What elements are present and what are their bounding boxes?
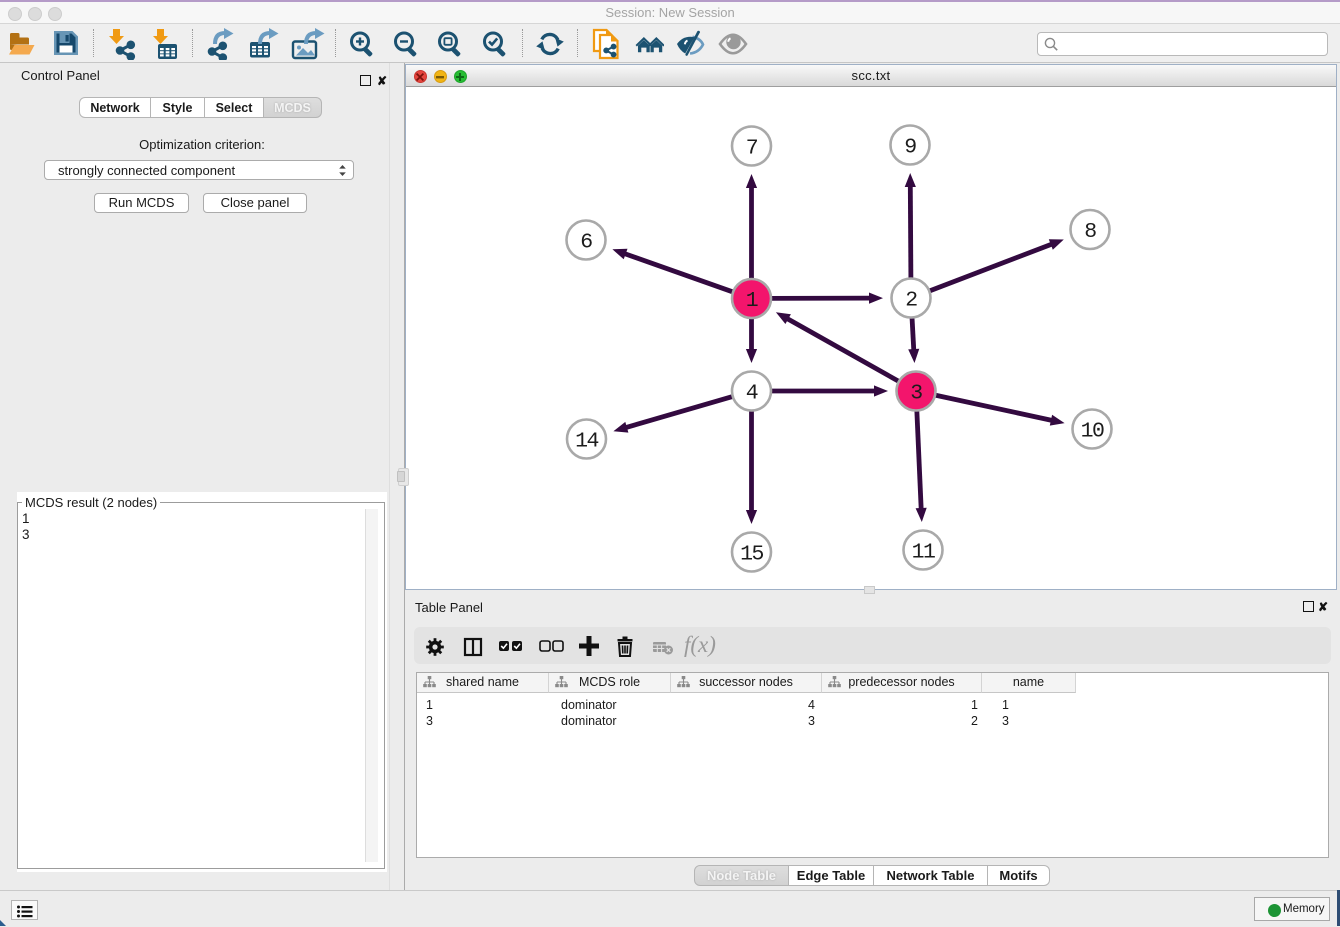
svg-text:9: 9 — [904, 136, 916, 160]
svg-text:6: 6 — [580, 231, 592, 255]
svg-text:4: 4 — [746, 382, 758, 406]
svg-text:15: 15 — [740, 543, 763, 567]
svg-text:2: 2 — [905, 289, 917, 313]
svg-text:3: 3 — [910, 382, 922, 406]
svg-text:14: 14 — [575, 430, 598, 454]
svg-text:7: 7 — [746, 137, 758, 161]
svg-text:11: 11 — [912, 541, 935, 565]
svg-text:10: 10 — [1081, 420, 1104, 444]
svg-text:1: 1 — [746, 289, 758, 313]
svg-text:8: 8 — [1084, 220, 1096, 244]
